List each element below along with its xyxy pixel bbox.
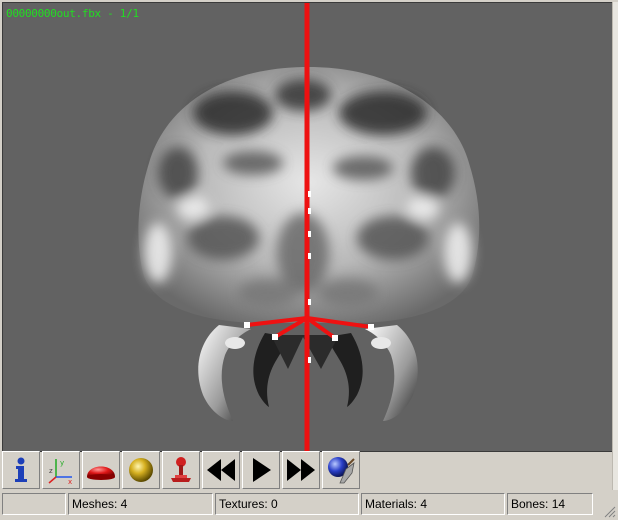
sphere-button[interactable] (122, 451, 160, 489)
red-hemisphere-icon (87, 466, 115, 480)
viewer-window: 00000000out.fbx - 1/1 y z x Meshes: 4 Te… (0, 0, 618, 520)
resize-grip-icon[interactable] (602, 504, 616, 518)
joystick-icon (171, 457, 191, 482)
status-bar: Meshes: 4 Textures: 0 Materials: 4 Bones… (0, 493, 618, 517)
axis-button[interactable]: y z x (42, 451, 80, 489)
rewind-icon (207, 459, 235, 481)
model-render (138, 3, 480, 451)
joystick-button[interactable] (162, 451, 200, 489)
vertical-scrollbar[interactable] (612, 2, 618, 490)
fast-forward-button[interactable] (282, 451, 320, 489)
status-materials: Materials: 4 (361, 493, 505, 515)
paint-button[interactable] (322, 451, 360, 489)
info-button[interactable] (2, 451, 40, 489)
svg-text:y: y (60, 459, 64, 467)
gold-sphere-icon (129, 458, 153, 482)
svg-text:x: x (68, 478, 72, 485)
dome-button[interactable] (82, 451, 120, 489)
model-file-label: 00000000out.fbx - 1/1 (6, 7, 139, 20)
info-icon (15, 457, 27, 482)
fast-forward-icon (287, 459, 315, 481)
toolbar: y z x (2, 451, 362, 489)
play-button[interactable] (242, 451, 280, 489)
paint-ball-brush-icon (328, 457, 355, 484)
rewind-button[interactable] (202, 451, 240, 489)
xyz-axis-icon: y z x (48, 459, 72, 485)
status-textures: Textures: 0 (215, 493, 359, 515)
3d-viewport[interactable]: 00000000out.fbx - 1/1 (2, 2, 613, 452)
play-icon (253, 458, 271, 482)
svg-text:z: z (49, 467, 53, 475)
status-pane-blank (2, 493, 66, 515)
status-meshes: Meshes: 4 (68, 493, 213, 515)
status-bones: Bones: 14 (507, 493, 593, 515)
